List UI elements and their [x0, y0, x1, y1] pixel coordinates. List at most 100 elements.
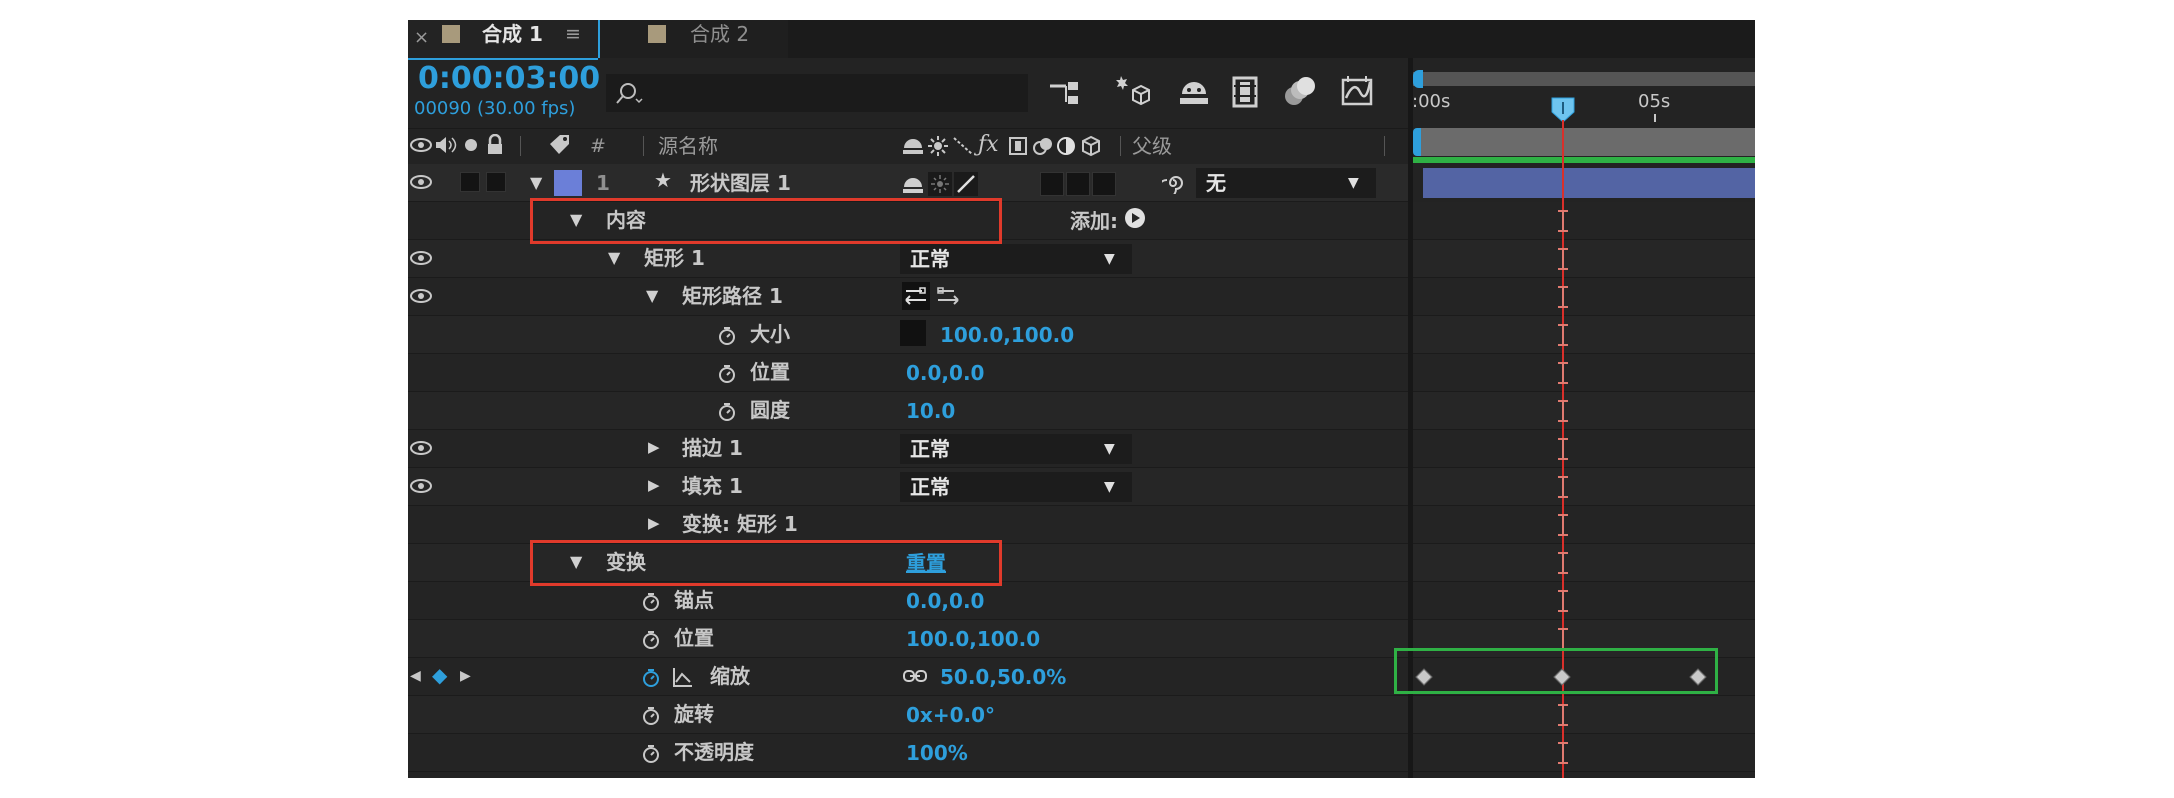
shy-switch-icon[interactable] — [902, 137, 924, 155]
adjustment-layer-icon[interactable] — [1056, 136, 1076, 156]
column-source-name[interactable]: 源名称 — [658, 136, 718, 156]
shy-layers-icon[interactable] — [1176, 76, 1212, 108]
rect1-label[interactable]: 矩形 1 — [644, 248, 705, 268]
audio-speaker-icon[interactable] — [434, 136, 458, 154]
opacity-value[interactable]: 100% — [906, 743, 968, 763]
property-indicator-ibeam-icon — [1557, 552, 1569, 574]
tab-label[interactable]: 合成 1 — [482, 24, 543, 44]
graph-icon[interactable] — [672, 666, 694, 688]
add-keyframe-diamond-icon[interactable]: ◆ — [432, 665, 447, 685]
search-icon — [616, 83, 643, 104]
lock-switch[interactable] — [486, 172, 506, 192]
column-parent[interactable]: 父级 — [1132, 136, 1172, 156]
timecode[interactable]: 0:00:03:00 — [418, 64, 600, 94]
comp-mini-flowchart-icon[interactable] — [1048, 78, 1082, 108]
property-row — [408, 582, 1755, 620]
expand-triangle-right-icon[interactable]: ▶ — [648, 478, 660, 493]
parent-pickwhip-icon[interactable] — [1162, 172, 1184, 194]
layer-switch-empty[interactable] — [1040, 172, 1064, 196]
layer-duration-bar[interactable] — [1423, 168, 1755, 198]
path-direction-toggle[interactable] — [902, 282, 930, 310]
blend-mode-value: 正常 — [910, 437, 950, 461]
eye-icon[interactable] — [410, 478, 432, 494]
time-navigator-start-handle[interactable] — [1413, 70, 1423, 88]
stroke-label[interactable]: 描边 1 — [682, 438, 743, 458]
stopwatch-icon[interactable] — [642, 592, 660, 612]
rotation-label: 旋转 — [674, 702, 714, 726]
position-value[interactable]: 100.0,100.0 — [906, 629, 1040, 649]
expand-triangle-icon[interactable]: ▼ — [646, 288, 658, 304]
transform-rect-label[interactable]: 变换: 矩形 1 — [682, 514, 798, 534]
blend-mode-dropdown[interactable]: 正常 ▼ — [900, 472, 1132, 502]
fill-label[interactable]: 填充 1 — [682, 476, 743, 496]
motion-blur-icon[interactable] — [1280, 74, 1318, 108]
size-label: 大小 — [750, 322, 790, 346]
layer-label-color[interactable] — [554, 170, 582, 196]
size-value[interactable]: 100.0,100.0 — [940, 325, 1074, 345]
tab-menu-icon[interactable]: ≡ — [565, 25, 581, 44]
work-area-bar[interactable] — [1421, 128, 1755, 156]
video-switch-eye-icon[interactable] — [410, 136, 432, 154]
expand-triangle-right-icon[interactable]: ▶ — [648, 516, 660, 531]
expand-triangle-icon[interactable]: ▼ — [608, 250, 620, 266]
prev-keyframe-icon[interactable]: ◀ — [410, 669, 421, 683]
tab-close-icon[interactable]: × — [414, 29, 429, 47]
layer-switch-empty[interactable] — [1092, 172, 1116, 196]
stopwatch-icon[interactable] — [718, 402, 736, 422]
eye-icon[interactable] — [410, 250, 432, 266]
frame-blend-switch-icon[interactable] — [1008, 136, 1028, 156]
next-keyframe-icon[interactable]: ▶ — [460, 669, 471, 683]
solo-switch[interactable] — [460, 172, 480, 192]
layer-expand-triangle-icon[interactable]: ▼ — [530, 175, 542, 191]
stopwatch-active-icon[interactable] — [642, 668, 660, 688]
eye-icon[interactable] — [410, 288, 432, 304]
add-play-circle-icon[interactable] — [1124, 207, 1146, 229]
path-direction-right-icon[interactable] — [936, 286, 960, 306]
eye-icon[interactable] — [410, 440, 432, 456]
path-position-value[interactable]: 0.0,0.0 — [906, 363, 984, 383]
rect-path-label[interactable]: 矩形路径 1 — [682, 286, 783, 306]
work-area-start-handle[interactable] — [1413, 128, 1421, 156]
stopwatch-icon[interactable] — [642, 744, 660, 764]
quality-slash-icon — [957, 175, 975, 193]
property-indicator-ibeam-icon — [1557, 438, 1569, 460]
layer-name[interactable]: 形状图层 1 — [690, 173, 791, 193]
roundness-value[interactable]: 10.0 — [906, 401, 955, 421]
solo-dot-icon[interactable] — [464, 138, 478, 152]
graph-editor-icon[interactable] — [1340, 74, 1376, 108]
time-navigator[interactable] — [1413, 72, 1755, 86]
layer-eye-icon[interactable] — [410, 174, 432, 190]
stopwatch-icon[interactable] — [718, 364, 736, 384]
quality-switch-icon[interactable] — [952, 136, 974, 156]
size-constrain-swatch[interactable] — [900, 320, 926, 346]
add-label[interactable]: 添加: — [1070, 211, 1118, 231]
rotation-value[interactable]: 0x+0.0° — [906, 705, 995, 725]
stopwatch-icon[interactable] — [642, 706, 660, 726]
blend-mode-dropdown[interactable]: 正常 ▼ — [900, 244, 1132, 274]
search-input[interactable] — [606, 74, 1028, 112]
3d-layer-cube-icon[interactable] — [1080, 135, 1102, 157]
property-row — [408, 696, 1755, 734]
layer-switch-empty[interactable] — [1066, 172, 1090, 196]
constrain-link-icon[interactable] — [902, 668, 928, 684]
collapse-transform-icon[interactable] — [928, 136, 948, 156]
effects-fx-icon[interactable]: ƒx — [978, 134, 999, 156]
path-position-label: 位置 — [750, 360, 790, 384]
tab-divider — [598, 20, 600, 58]
tab-label[interactable]: 合成 2 — [690, 24, 749, 44]
lock-icon[interactable] — [486, 134, 504, 156]
scale-value[interactable]: 50.0,50.0% — [940, 667, 1066, 687]
frame-blending-icon[interactable] — [1230, 76, 1264, 108]
layer-quality-switch[interactable] — [954, 172, 978, 196]
anchor-value[interactable]: 0.0,0.0 — [906, 591, 984, 611]
draft-3d-icon[interactable] — [1113, 72, 1151, 110]
stopwatch-icon[interactable] — [642, 630, 660, 650]
layer-shy-switch-icon[interactable] — [902, 176, 924, 194]
expand-triangle-right-icon[interactable]: ▶ — [648, 440, 660, 455]
label-tag-icon[interactable] — [548, 134, 572, 156]
motion-blur-switch-icon[interactable] — [1032, 136, 1054, 156]
layer-collapse-switch[interactable] — [928, 172, 952, 196]
stopwatch-icon[interactable] — [718, 326, 736, 346]
blend-mode-dropdown[interactable]: 正常 ▼ — [900, 434, 1132, 464]
parent-dropdown[interactable]: 无 ▼ — [1196, 168, 1376, 198]
